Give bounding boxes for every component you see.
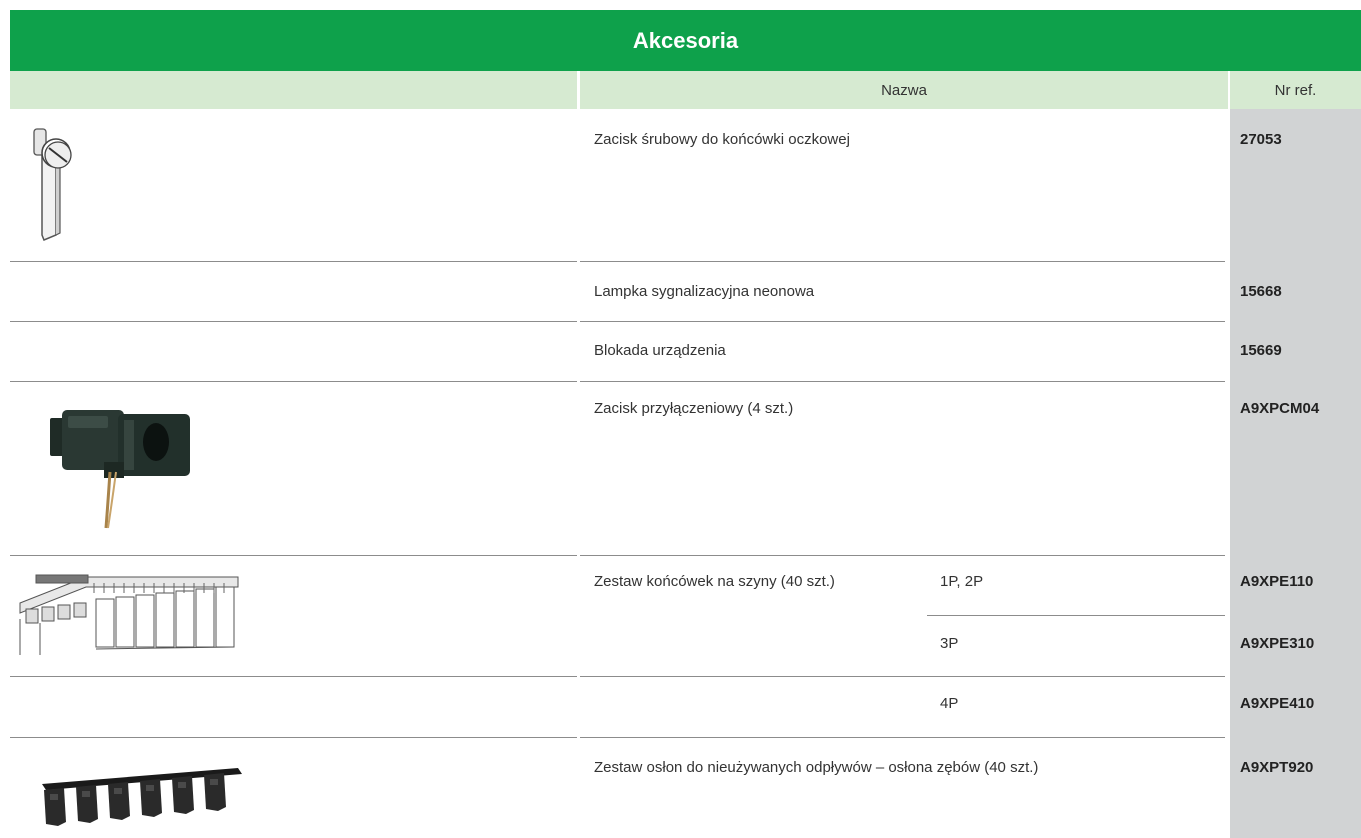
row-ref: A9XPE410	[1240, 695, 1315, 712]
header-name: Nazwa	[580, 71, 1228, 109]
row-name: Zacisk śrubowy do końcówki oczkowej	[594, 131, 850, 148]
row-ref: A9XPE310	[1240, 635, 1315, 652]
tooth-cover-icon	[42, 768, 242, 826]
header-image-cell	[10, 71, 577, 109]
row-divider	[580, 381, 1225, 382]
row-ref: 27053	[1240, 131, 1282, 148]
variant-label: 1P, 2P	[940, 573, 984, 590]
row-ref: A9XPCM04	[1240, 400, 1320, 417]
header-ref: Nr ref.	[1230, 71, 1361, 109]
row-divider	[927, 615, 1225, 616]
row-divider	[580, 261, 1225, 262]
row-divider	[580, 676, 1225, 677]
row-divider	[10, 381, 577, 382]
table-title: Akcesoria	[10, 10, 1361, 71]
row-divider	[10, 676, 577, 677]
ref-column	[1230, 109, 1361, 838]
busbar-end-kit-icon	[19, 574, 239, 655]
row-ref: A9XPT920	[1240, 759, 1314, 776]
row-divider	[580, 737, 1225, 738]
row-ref: A9XPE110	[1240, 573, 1314, 590]
screw-terminal-icon	[33, 128, 72, 241]
row-name: Zestaw końcówek na szyny (40 szt.)	[594, 573, 835, 590]
row-divider	[10, 261, 577, 262]
row-divider	[10, 737, 577, 738]
row-divider	[10, 321, 577, 322]
row-name: Zacisk przyłączeniowy (4 szt.)	[594, 400, 794, 417]
row-divider	[10, 555, 577, 556]
row-ref: 15669	[1240, 342, 1282, 359]
row-divider	[580, 321, 1225, 322]
variant-label: 4P	[940, 695, 959, 712]
variant-label: 3P	[940, 635, 959, 652]
row-name: Lampka sygnalizacyjna neonowa	[594, 283, 815, 300]
connection-clamp-icon	[50, 410, 190, 529]
row-name: Blokada urządzenia	[594, 342, 726, 359]
row-name: Zestaw osłon do nieużywanych odpływów – …	[594, 759, 1039, 776]
row-ref: 15668	[1240, 283, 1282, 300]
row-divider	[580, 555, 1225, 556]
